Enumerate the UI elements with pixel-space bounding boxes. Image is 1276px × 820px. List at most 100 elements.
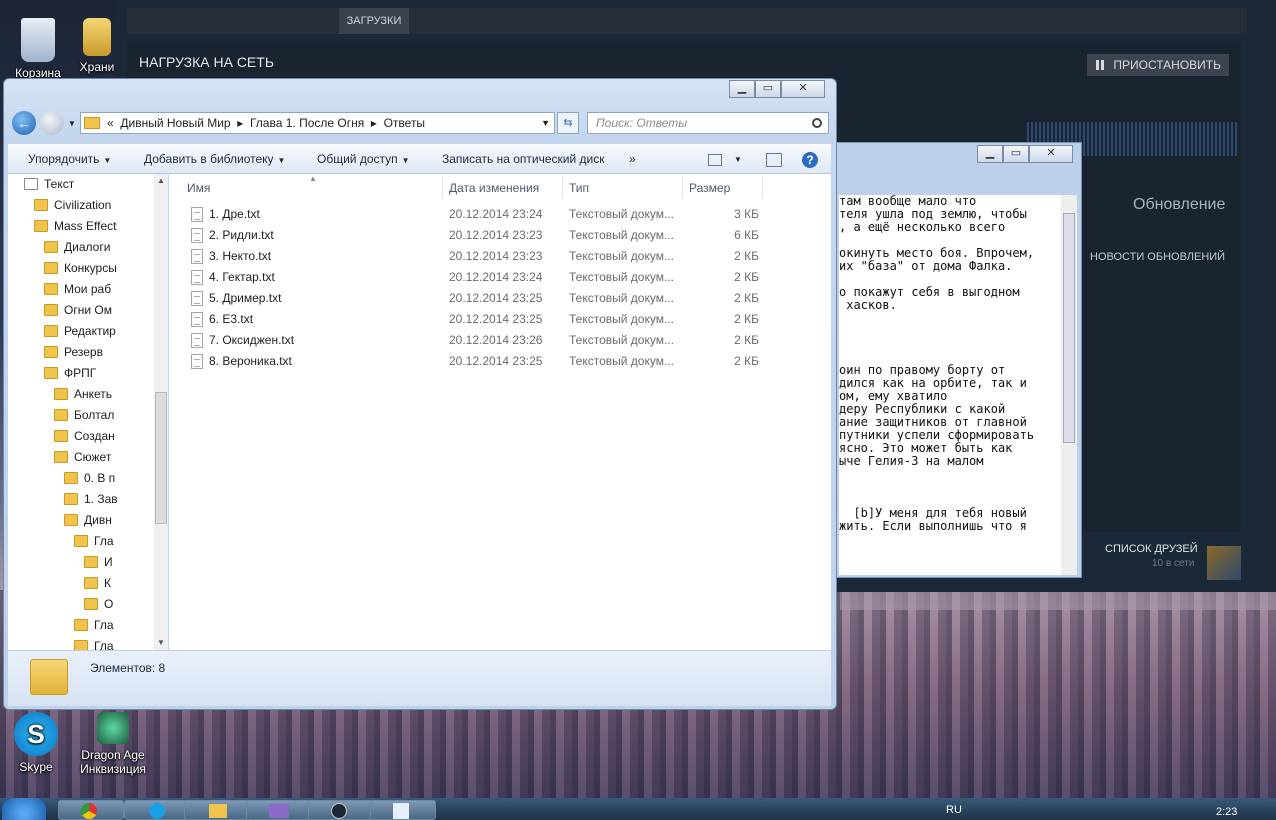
column-header-name[interactable]: Имя	[187, 181, 210, 195]
view-options-icon[interactable]	[708, 154, 722, 166]
taskbar-mail-button[interactable]	[246, 800, 312, 820]
table-row[interactable]: 3. Некто.txt 20.12.2014 23:23 Текстовый до…	[187, 246, 827, 267]
tree-item[interactable]: Сюжет	[54, 447, 111, 468]
tree-item[interactable]: Резерв	[44, 342, 103, 363]
breadcrumb-overflow[interactable]: «	[107, 116, 114, 130]
taskbar-skype-button[interactable]	[124, 800, 190, 820]
tree-item[interactable]: 1. Зав	[64, 489, 118, 510]
maximize-button[interactable]: ▭	[755, 80, 781, 98]
burn-disc-button[interactable]: Записать на оптический диск	[442, 152, 605, 166]
minimize-button[interactable]: ▁	[729, 80, 755, 98]
navigation-pane[interactable]: Текст Civilization Mass Effect Диалоги Конку…	[8, 174, 168, 650]
column-divider[interactable]	[562, 176, 563, 198]
scrollbar-thumb[interactable]	[1063, 213, 1075, 443]
view-dropdown-icon[interactable]: ▼	[734, 155, 742, 164]
table-row[interactable]: 7. Оксиджен.txt 20.12.2014 23:26 Текстовый…	[187, 330, 827, 351]
tree-item[interactable]: Mass Effect	[34, 216, 116, 237]
file-type: Текстовый докум...	[569, 249, 674, 263]
tree-item[interactable]: Конкурсы	[44, 258, 117, 279]
notepad-text-area[interactable]: там вообще мало что теля ушла под землю,…	[839, 195, 1061, 575]
tree-item[interactable]: Огни Ом	[44, 300, 112, 321]
breadcrumb-separator[interactable]: ▸	[371, 116, 377, 130]
table-row[interactable]: 1. Дре.txt 20.12.2014 23:24 Текстовый доку…	[187, 204, 827, 225]
tree-item[interactable]: Редактир	[44, 321, 116, 342]
scroll-down-icon[interactable]: ▼	[157, 638, 165, 647]
taskbar-notepad-button[interactable]	[370, 800, 436, 820]
tree-item[interactable]: Гла	[74, 531, 114, 552]
share-button[interactable]: Общий доступ ▼	[317, 152, 410, 166]
taskbar-chrome-button[interactable]	[58, 800, 124, 820]
start-button[interactable]	[2, 798, 46, 820]
breadcrumb-item[interactable]: Ответы	[384, 116, 425, 130]
breadcrumb[interactable]: « Дивный Новый Мир ▸ Глава 1. После Огня…	[107, 113, 425, 133]
breadcrumb-item[interactable]: Дивный Новый Мир	[120, 116, 230, 130]
breadcrumb-separator[interactable]: ▸	[237, 116, 243, 130]
notepad-window[interactable]: ▁ ▭ ✕ там вообще мало что теля ушла под …	[836, 142, 1082, 578]
tree-item[interactable]: К	[84, 573, 111, 594]
file-list[interactable]: ▲ Имя Дата изменения Тип Размер 1. Дре.t…	[169, 174, 831, 650]
tree-item[interactable]: Создан	[54, 426, 115, 447]
close-button[interactable]: ✕	[781, 80, 825, 98]
tab-downloads[interactable]: ЗАГРУЗКИ	[339, 8, 409, 34]
add-to-library-button[interactable]: Добавить в библиотеку ▼	[144, 152, 285, 166]
column-header-size[interactable]: Размер	[689, 181, 730, 195]
taskbar-explorer-button[interactable]	[184, 800, 250, 820]
tree-item[interactable]: Текст	[24, 174, 74, 195]
tree-item[interactable]: Гла	[74, 636, 114, 650]
clock[interactable]: 2:23	[1216, 806, 1237, 818]
table-row[interactable]: 6. E3.txt 20.12.2014 23:25 Текстовый докум…	[187, 309, 827, 330]
organize-button[interactable]: Упорядочить ▼	[28, 152, 111, 166]
tree-item[interactable]: Болтал	[54, 405, 114, 426]
column-header-type[interactable]: Тип	[569, 181, 589, 195]
tree-item[interactable]: Гла	[74, 615, 114, 636]
table-row[interactable]: 8. Вероника.txt 20.12.2014 23:25 Текстовый…	[187, 351, 827, 372]
tree-item-label: Болтал	[74, 408, 115, 422]
folder-icon	[44, 325, 58, 337]
address-bar[interactable]: « Дивный Новый Мир ▸ Глава 1. После Огня…	[80, 112, 555, 134]
forward-button[interactable]	[40, 111, 64, 135]
update-news-link[interactable]: НОВОСТИ ОБНОВЛЕНИЙ	[1090, 251, 1225, 263]
column-divider[interactable]	[442, 176, 443, 198]
friends-list-button[interactable]: СПИСОК ДРУЗЕЙ	[1105, 543, 1198, 555]
refresh-button[interactable]: ⇆	[557, 112, 579, 134]
tree-item[interactable]: 0. В п	[64, 468, 115, 489]
explorer-window[interactable]: ▁ ▭ ✕ ← ▼ « Дивный Новый Мир ▸ Глава 1. …	[3, 78, 837, 710]
minimize-button[interactable]: ▁	[977, 145, 1003, 163]
navigation-scrollbar[interactable]: ▲ ▼	[154, 174, 168, 650]
tree-item[interactable]: ФРПГ	[44, 363, 96, 384]
history-dropdown-icon[interactable]: ▼	[68, 119, 76, 128]
search-icon[interactable]	[812, 118, 822, 128]
pause-button[interactable]: ПРИОСТАНОВИТЬ	[1087, 54, 1229, 76]
tree-item[interactable]: Дивн	[64, 510, 112, 531]
column-header-date[interactable]: Дата изменения	[449, 181, 539, 195]
tree-item[interactable]: О	[84, 594, 113, 615]
column-divider[interactable]	[682, 176, 683, 198]
taskbar-steam-button[interactable]	[308, 800, 374, 820]
breadcrumb-item[interactable]: Глава 1. После Огня	[250, 116, 364, 130]
table-row[interactable]: 4. Гектар.txt 20.12.2014 23:24 Текстовый д…	[187, 267, 827, 288]
table-row[interactable]: 5. Дример.txt 20.12.2014 23:25 Текстовый д…	[187, 288, 827, 309]
desktop-icon-skype[interactable]: S Skype	[0, 712, 72, 774]
back-button[interactable]: ←	[12, 111, 36, 135]
close-button[interactable]: ✕	[1029, 145, 1073, 163]
search-input[interactable]: Поиск: Ответы	[587, 112, 829, 134]
text-file-icon	[191, 333, 203, 348]
help-icon[interactable]: ?	[802, 152, 818, 168]
language-indicator[interactable]: RU	[946, 804, 962, 816]
desktop-icon-dragon-age[interactable]: Dragon Age Инквизиция	[76, 712, 150, 776]
scrollbar-thumb[interactable]	[155, 392, 167, 524]
column-divider[interactable]	[762, 176, 763, 198]
avatar[interactable]	[1207, 546, 1241, 580]
table-row[interactable]: 2. Ридли.txt 20.12.2014 23:23 Текстовый до…	[187, 225, 827, 246]
tree-item[interactable]: Мои раб	[44, 279, 111, 300]
tree-item[interactable]: Диалоги	[44, 237, 110, 258]
tree-item[interactable]: И	[84, 552, 113, 573]
maximize-button[interactable]: ▭	[1003, 145, 1029, 163]
more-commands-button[interactable]: »	[629, 152, 636, 166]
tree-item[interactable]: Civilization	[34, 195, 111, 216]
address-dropdown-icon[interactable]: ▼	[541, 113, 550, 133]
notepad-scrollbar[interactable]	[1061, 195, 1077, 575]
preview-pane-icon[interactable]	[766, 153, 782, 167]
tree-item[interactable]: Анкеть	[54, 384, 112, 405]
scroll-up-icon[interactable]: ▲	[157, 176, 165, 185]
